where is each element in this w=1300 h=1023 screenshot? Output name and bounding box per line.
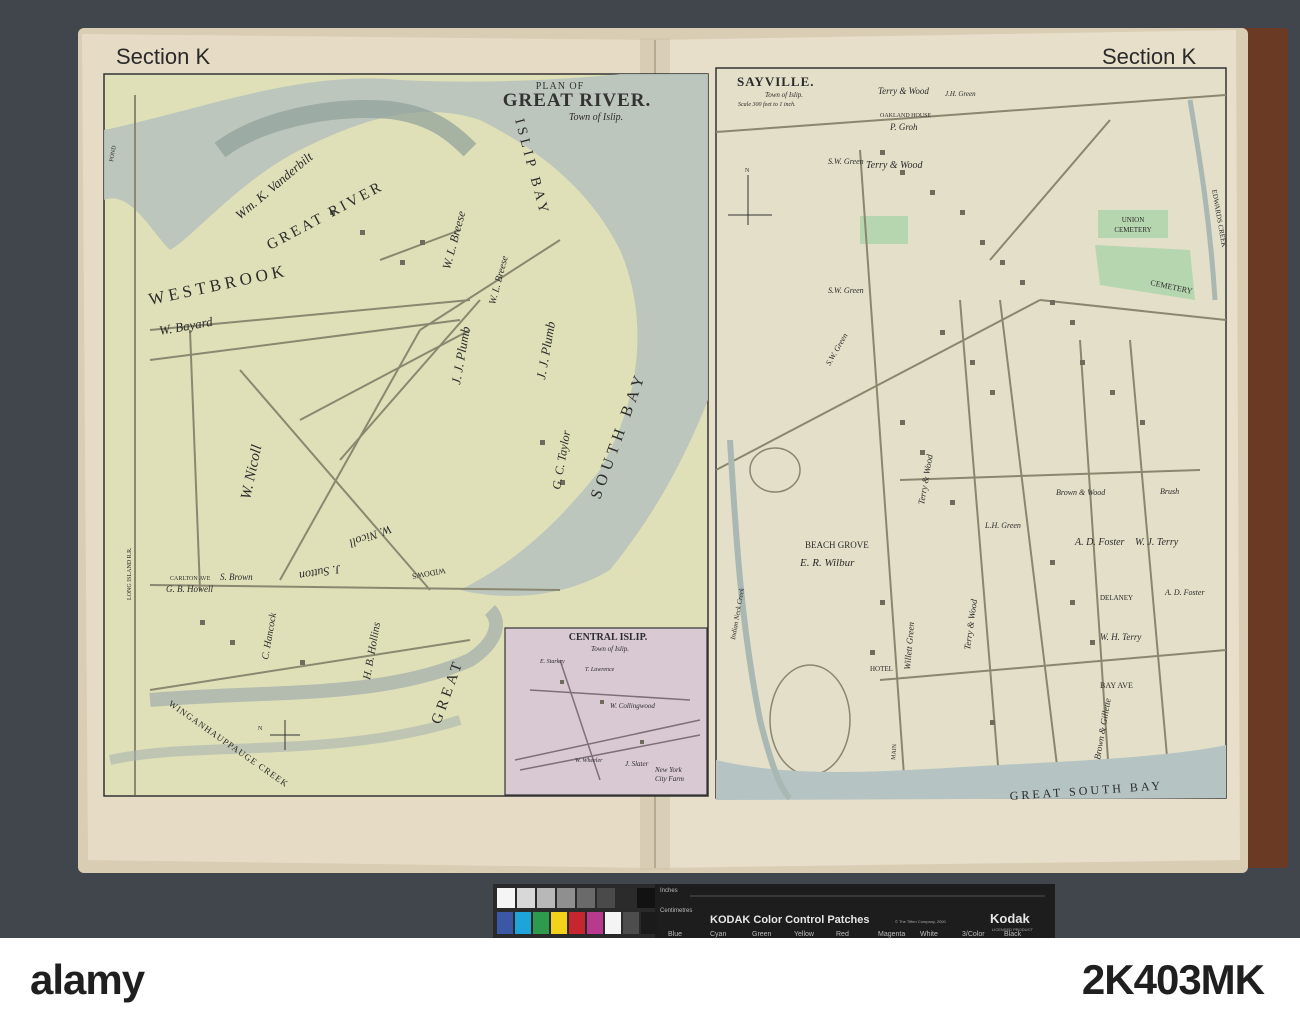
label-oakland-house: OAKLAND HOUSE	[880, 113, 931, 119]
gray-patch	[517, 888, 535, 908]
patch-name-label: Green	[752, 931, 772, 938]
label-beach-grove: BEACH GROVE	[805, 540, 869, 550]
compass-right-letter: N	[745, 168, 750, 174]
kodak-strip-cm: Centimetres	[660, 908, 692, 914]
kodak-strip-copyright: © The Tiffen Company, 2000	[895, 919, 947, 924]
color-patch	[605, 912, 621, 934]
label-wh-terry: W. H. Terry	[1100, 632, 1141, 642]
great-river-subtitle: Town of Islip.	[569, 112, 623, 123]
label-brown: S. Brown	[220, 572, 253, 582]
label-city-farm-1: New York	[654, 766, 683, 774]
stock-image-id: 2K403MK	[1081, 956, 1265, 1003]
patch-name-label: Black	[1004, 931, 1022, 938]
label-wilbur: E. R. Wilbur	[799, 557, 855, 569]
label-wheeler: W. Wheeler	[575, 758, 603, 764]
sayville-subtitle: Town of Islip.	[765, 91, 803, 99]
sayville-title: SAYVILLE.	[737, 74, 815, 89]
label-ad-foster2: A. D. Foster	[1164, 588, 1205, 597]
label-howell: G. B. Howell	[166, 584, 213, 594]
label-ad-foster1: A. D. Foster	[1074, 537, 1125, 548]
label-lh-green: L.H. Green	[984, 521, 1021, 530]
atlas-spread: PLAN OF GREAT RIVER. Town of Islip. WEST…	[0, 0, 1300, 938]
gray-patch	[557, 888, 575, 908]
label-sw-green2: S.W. Green	[828, 286, 864, 295]
label-terry-wood-top: Terry & Wood	[878, 86, 929, 96]
color-patch	[569, 912, 585, 934]
label-groh: P. Groh	[889, 122, 918, 132]
gray-patch	[597, 888, 615, 908]
kodak-strip-brand: Kodak	[990, 911, 1031, 926]
gray-patch	[637, 888, 655, 908]
patch-name-label: Cyan	[710, 931, 726, 938]
label-w-terry: W. J. Terry	[1135, 537, 1179, 548]
patch-name-label: Yellow	[794, 931, 815, 938]
patch-name-label: Red	[836, 931, 849, 938]
scanned-atlas-page: PLAN OF GREAT RIVER. Town of Islip. WEST…	[0, 0, 1300, 938]
patch-name-label: 3/Color	[962, 931, 985, 938]
label-carlton: CARLTON AVE	[170, 576, 211, 582]
label-lawrence: T. Lawrence	[585, 667, 615, 673]
stock-watermark-bar: alamy 2K403MK	[0, 938, 1300, 1023]
gray-patch	[537, 888, 555, 908]
label-green-top: J.H. Green	[945, 90, 976, 98]
section-label-left: Section K	[116, 44, 211, 69]
label-brown-wood: Brown & Wood	[1056, 488, 1106, 497]
label-union-cemetery-1: UNION	[1122, 216, 1145, 224]
stock-logo: alamy	[30, 956, 145, 1003]
color-patch	[497, 912, 513, 934]
central-islip-subtitle: Town of Islip.	[591, 645, 629, 653]
central-islip-title: CENTRAL ISLIP.	[569, 632, 648, 643]
label-city-farm-2: City Farm	[655, 775, 684, 783]
label-collingwood: W. Collingwood	[610, 702, 655, 710]
color-patch	[641, 912, 657, 934]
label-long-island-rr: LONG ISLAND R.R.	[127, 547, 133, 600]
label-hotel: HOTEL	[870, 665, 893, 673]
kodak-color-strip: Inches Centimetres KODAK Color Control P…	[493, 884, 1055, 938]
gray-patch	[497, 888, 515, 908]
label-bay-ave: BAY AVE	[1100, 681, 1133, 690]
color-patch	[587, 912, 603, 934]
label-starkey: E. Starkey	[539, 659, 565, 665]
patch-name-label: White	[920, 931, 938, 938]
sayville-scale: Scale 300 feet to 1 inch.	[738, 101, 796, 108]
label-brush: Brush	[1160, 487, 1179, 496]
kodak-strip-title: KODAK Color Control Patches	[710, 914, 870, 926]
compass-left-letter: N	[258, 726, 263, 732]
patch-name-label: Magenta	[878, 931, 905, 938]
kodak-strip-inches: Inches	[660, 888, 678, 894]
section-label-right: Section K	[1102, 44, 1197, 69]
gray-patch	[617, 888, 635, 908]
patch-name-label: Blue	[668, 931, 682, 938]
label-union-cemetery-2: CEMETERY	[1114, 226, 1151, 234]
color-patch	[551, 912, 567, 934]
label-slater: J. Slater	[625, 760, 649, 768]
label-terry-wood1: Terry & Wood	[866, 160, 923, 171]
label-sw-green1: S.W. Green	[828, 157, 864, 166]
color-patch	[623, 912, 639, 934]
great-river-title-line2: GREAT RIVER.	[503, 90, 652, 111]
color-patch	[533, 912, 549, 934]
color-patch	[515, 912, 531, 934]
label-delaney: DELANEY	[1100, 594, 1133, 602]
gray-patch	[577, 888, 595, 908]
